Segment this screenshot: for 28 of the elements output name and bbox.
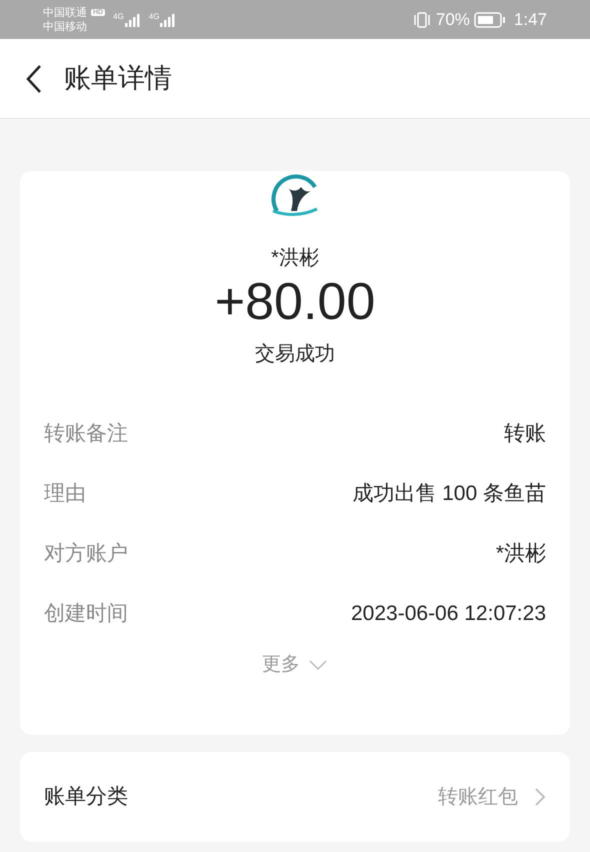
network-label: 4G (148, 12, 160, 20)
chevron-icon (308, 659, 328, 672)
detail-value: 转账 (504, 421, 546, 448)
network-label: 4G (113, 12, 124, 20)
signal-icon (124, 12, 141, 26)
detail-label: 理由 (44, 481, 86, 508)
detail-value: *洪彬 (496, 541, 546, 568)
amount: +80.00 (214, 273, 376, 331)
transaction-status: 交易成功 (255, 342, 335, 367)
battery-icon (474, 10, 506, 28)
detail-label: 对方账户 (44, 541, 128, 568)
category-label: 账单分类 (44, 784, 128, 810)
carrier-name: 中国联通 (43, 6, 87, 20)
back-icon (25, 64, 43, 94)
detail-value: 成功出售 100 条鱼苗 (352, 481, 546, 508)
payer-name: *洪彬 (271, 246, 319, 271)
page-title: 账单详情 (64, 62, 172, 96)
detail-label: 转账备注 (44, 421, 128, 448)
detail-value: 2023-06-06 12:07:23 (351, 601, 546, 628)
carrier-name: 中国移动 (43, 20, 88, 34)
vibrate-icon (412, 10, 432, 28)
category-value: 转账红包 (438, 785, 518, 810)
clock-time: 1:47 (514, 8, 547, 31)
category-row[interactable]: 账单分类 转账红包 (20, 752, 570, 842)
chevron-right-icon (534, 787, 546, 807)
battery-percent: 70% (436, 8, 470, 31)
signal-icon (160, 12, 176, 26)
detail-label: 创建时间 (44, 601, 128, 628)
